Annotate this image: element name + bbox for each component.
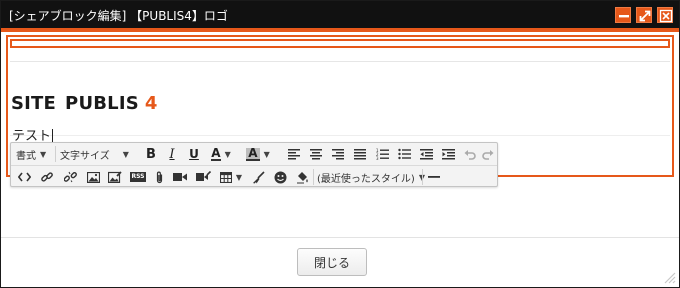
align-left-button[interactable] bbox=[285, 145, 303, 163]
share-block-edit-dialog: [シェアブロック編集] 【PUBLIS4】ロゴ SITE PUBLIS 4 テス… bbox=[0, 0, 680, 288]
numbered-list-icon: 123 bbox=[376, 148, 389, 160]
undo-button[interactable] bbox=[462, 145, 478, 163]
insert-emoji-button[interactable] bbox=[271, 168, 289, 186]
bold-icon: B bbox=[146, 146, 156, 162]
outdent-icon bbox=[419, 148, 433, 159]
background-color-icon: A bbox=[246, 145, 260, 161]
link-icon bbox=[40, 171, 53, 182]
minimize-button[interactable] bbox=[615, 7, 631, 23]
dialog-titlebar[interactable]: [シェアブロック編集] 【PUBLIS4】ロゴ bbox=[1, 1, 679, 28]
edit-image-button[interactable] bbox=[106, 168, 124, 186]
toolbar-separator bbox=[422, 169, 423, 185]
maximize-icon bbox=[639, 10, 651, 22]
italic-button[interactable]: I bbox=[163, 145, 181, 163]
clear-format-icon bbox=[252, 170, 265, 183]
clear-format-button[interactable] bbox=[249, 168, 267, 186]
emoji-icon bbox=[274, 171, 286, 183]
format-dropdown[interactable]: 書式 ▼ bbox=[16, 145, 56, 163]
close-window-button[interactable] bbox=[657, 7, 673, 23]
editor-toolbar: 書式 ▼ 文字サイズ ▼ B I U A ▼ A ▼ 1 2 3 RSS ▼ (… bbox=[10, 142, 498, 187]
edit-video-button[interactable] bbox=[193, 168, 213, 186]
italic-icon: I bbox=[169, 146, 175, 162]
source-code-button[interactable] bbox=[15, 168, 33, 186]
chevron-down-icon: ▼ bbox=[40, 149, 47, 159]
indent-icon bbox=[441, 148, 455, 159]
chevron-down-icon: ▼ bbox=[263, 149, 270, 159]
font-size-label: 文字サイズ bbox=[60, 150, 110, 162]
editor-area[interactable]: SITE PUBLIS 4 テスト 書式 ▼ 文字サイズ ▼ B I U A ▼… bbox=[1, 32, 679, 237]
paint-icon bbox=[296, 171, 308, 183]
background-color-button[interactable]: A ▼ bbox=[243, 145, 273, 163]
close-button[interactable]: 閉じる bbox=[297, 248, 367, 276]
align-justify-icon bbox=[354, 148, 366, 159]
rss-button[interactable]: RSS bbox=[128, 168, 148, 186]
video-icon bbox=[173, 173, 187, 181]
horizontal-rule-button[interactable] bbox=[425, 168, 443, 186]
block-header-frame bbox=[10, 39, 670, 48]
recent-styles-dropdown[interactable]: (最近使ったスタイル)▼ bbox=[317, 168, 425, 186]
bold-button[interactable]: B bbox=[142, 145, 160, 163]
toolbar-separator bbox=[55, 146, 56, 162]
table-icon bbox=[219, 171, 232, 183]
insert-image-button[interactable] bbox=[84, 168, 102, 186]
svg-text:3: 3 bbox=[376, 156, 379, 160]
toolbar-separator bbox=[313, 169, 314, 185]
image-icon bbox=[86, 171, 100, 183]
dialog-title: [シェアブロック編集] 【PUBLIS4】ロゴ bbox=[9, 9, 228, 23]
toolbar-row-2: RSS ▼ (最近使ったスタイル) bbox=[11, 165, 497, 187]
bulleted-list-icon bbox=[397, 148, 411, 160]
insert-table-button[interactable]: ▼ bbox=[217, 168, 245, 186]
source-code-icon bbox=[17, 172, 31, 182]
insert-link-button[interactable] bbox=[38, 168, 56, 186]
align-center-icon bbox=[310, 148, 322, 159]
underline-icon: U bbox=[189, 147, 199, 161]
paint-button[interactable] bbox=[293, 168, 311, 186]
minimize-icon bbox=[619, 15, 629, 18]
insert-video-button[interactable] bbox=[171, 168, 189, 186]
indent-button[interactable] bbox=[439, 145, 457, 163]
logo-word-site: SITE bbox=[11, 93, 57, 114]
recent-styles-label: (最近使ったスタイル) bbox=[317, 173, 415, 185]
attachment-icon bbox=[156, 171, 162, 183]
video-edit-icon bbox=[195, 171, 211, 181]
text-color-button[interactable]: A ▼ bbox=[207, 145, 235, 163]
text-color-icon: A bbox=[211, 145, 221, 161]
align-justify-button[interactable] bbox=[351, 145, 369, 163]
maximize-button[interactable] bbox=[636, 7, 652, 23]
close-icon bbox=[659, 9, 673, 23]
align-left-icon bbox=[288, 148, 300, 159]
font-size-dropdown[interactable]: 文字サイズ ▼ bbox=[60, 145, 140, 163]
site-logo: SITE PUBLIS 4 bbox=[11, 93, 158, 114]
image-edit-icon bbox=[108, 171, 122, 183]
attach-file-button[interactable] bbox=[151, 168, 167, 186]
undo-icon bbox=[464, 149, 476, 160]
unlink-button[interactable] bbox=[61, 168, 79, 186]
bulleted-list-button[interactable] bbox=[395, 145, 413, 163]
logo-word-publis: PUBLIS bbox=[65, 93, 139, 114]
footer-divider bbox=[1, 237, 679, 238]
align-right-icon bbox=[332, 148, 344, 159]
chevron-down-icon: ▼ bbox=[235, 172, 243, 182]
numbered-list-button[interactable]: 123 bbox=[373, 145, 391, 163]
rss-icon: RSS bbox=[130, 172, 146, 182]
underline-button[interactable]: U bbox=[185, 145, 203, 163]
toolbar-row-1: 書式 ▼ 文字サイズ ▼ B I U A ▼ A ▼ 1 2 3 bbox=[11, 143, 497, 165]
align-center-button[interactable] bbox=[307, 145, 325, 163]
align-right-button[interactable] bbox=[329, 145, 347, 163]
resize-grip-icon[interactable] bbox=[661, 269, 677, 285]
redo-button[interactable] bbox=[480, 145, 496, 163]
redo-icon bbox=[482, 149, 494, 160]
horizontal-rule-icon bbox=[428, 176, 440, 178]
guide-line bbox=[10, 135, 670, 136]
logo-number: 4 bbox=[144, 93, 158, 114]
text-caret bbox=[52, 129, 54, 142]
outdent-button[interactable] bbox=[417, 145, 435, 163]
guide-line bbox=[10, 61, 670, 62]
chevron-down-icon: ▼ bbox=[224, 149, 231, 159]
unlink-icon bbox=[63, 171, 77, 182]
format-label: 書式 bbox=[16, 150, 36, 162]
chevron-down-icon: ▼ bbox=[122, 149, 129, 159]
